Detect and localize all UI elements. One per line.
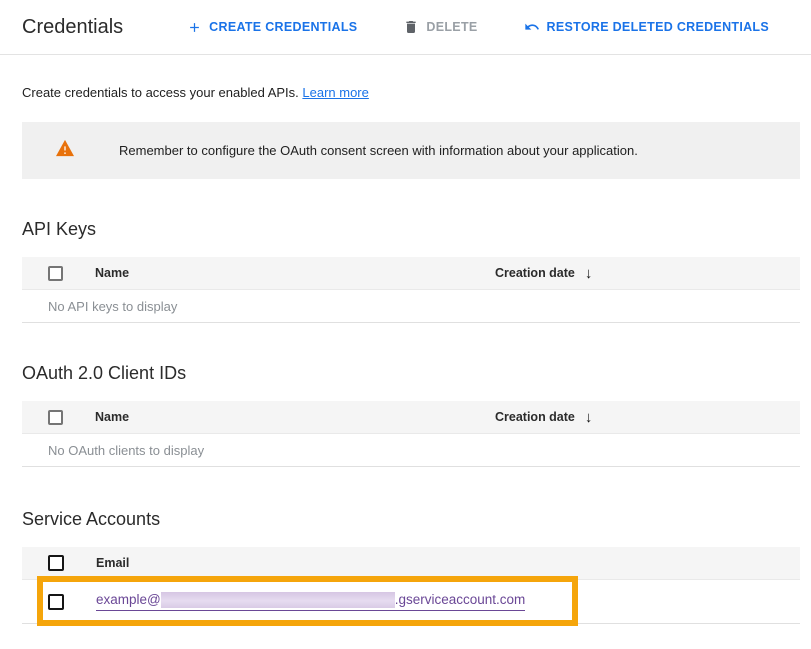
restore-deleted-credentials-label: RESTORE DELETED CREDENTIALS	[547, 20, 769, 34]
service-account-row-checkbox[interactable]	[48, 594, 64, 610]
oauth-clients-name-column-header: Name	[95, 410, 129, 424]
email-suffix: .gserviceaccount.com	[395, 592, 526, 608]
trash-icon	[403, 19, 419, 35]
page-title: Credentials	[22, 16, 123, 39]
api-keys-empty-text: No API keys to display	[48, 299, 177, 314]
api-keys-name-column-header: Name	[95, 266, 129, 280]
service-account-row[interactable]: example@ .gserviceaccount.com	[22, 580, 800, 624]
oauth-clients-empty-text: No OAuth clients to display	[48, 443, 204, 458]
warning-triangle-icon	[55, 139, 75, 162]
service-accounts-table: Email example@ .gserviceaccount.com	[22, 547, 800, 624]
creation-date-label: Creation date	[495, 266, 575, 280]
oauth-clients-select-all-checkbox[interactable]	[48, 410, 63, 425]
oauth-clients-creation-date-sort[interactable]: Creation date ↓	[495, 410, 592, 425]
oauth-clients-heading: OAuth 2.0 Client IDs	[22, 363, 789, 384]
api-keys-select-all-checkbox[interactable]	[48, 266, 63, 281]
sort-descending-arrow-icon: ↓	[585, 410, 593, 425]
api-keys-table-header: Name Creation date ↓	[22, 257, 800, 290]
create-credentials-button[interactable]: CREATE CREDENTIALS	[187, 20, 357, 35]
api-keys-creation-date-sort[interactable]: Creation date ↓	[495, 266, 592, 281]
oauth-clients-table-header: Name Creation date ↓	[22, 401, 800, 434]
email-prefix: example@	[96, 592, 161, 608]
service-accounts-email-column-header: Email	[96, 556, 129, 570]
api-keys-heading: API Keys	[22, 219, 789, 240]
service-accounts-heading: Service Accounts	[22, 509, 789, 530]
page-header: Credentials CREATE CREDENTIALS DELETE RE…	[0, 0, 811, 55]
learn-more-link[interactable]: Learn more	[302, 85, 368, 100]
warning-message: Remember to configure the OAuth consent …	[119, 143, 638, 158]
create-credentials-label: CREATE CREDENTIALS	[209, 20, 357, 34]
oauth-warning-banner: Remember to configure the OAuth consent …	[22, 122, 800, 179]
intro-sentence: Create credentials to access your enable…	[22, 85, 299, 100]
oauth-clients-empty-row: No OAuth clients to display	[22, 434, 800, 467]
toolbar: CREATE CREDENTIALS DELETE RESTORE DELETE…	[187, 19, 769, 35]
service-account-email-link[interactable]: example@ .gserviceaccount.com	[96, 592, 525, 611]
email-redacted-blur	[161, 592, 395, 608]
plus-icon	[187, 20, 202, 35]
undo-arrow-icon	[524, 19, 540, 35]
api-keys-table: Name Creation date ↓ No API keys to disp…	[22, 257, 800, 323]
delete-button[interactable]: DELETE	[403, 19, 477, 35]
restore-deleted-credentials-button[interactable]: RESTORE DELETED CREDENTIALS	[524, 19, 769, 35]
service-accounts-select-all-checkbox[interactable]	[48, 555, 64, 571]
api-keys-empty-row: No API keys to display	[22, 290, 800, 323]
credentials-page: Credentials CREATE CREDENTIALS DELETE RE…	[0, 0, 811, 649]
sort-descending-arrow-icon: ↓	[585, 266, 593, 281]
oauth-clients-table: Name Creation date ↓ No OAuth clients to…	[22, 401, 800, 467]
intro-text: Create credentials to access your enable…	[22, 85, 789, 100]
creation-date-label: Creation date	[495, 410, 575, 424]
delete-label: DELETE	[426, 20, 477, 34]
service-accounts-table-header: Email	[22, 547, 800, 580]
